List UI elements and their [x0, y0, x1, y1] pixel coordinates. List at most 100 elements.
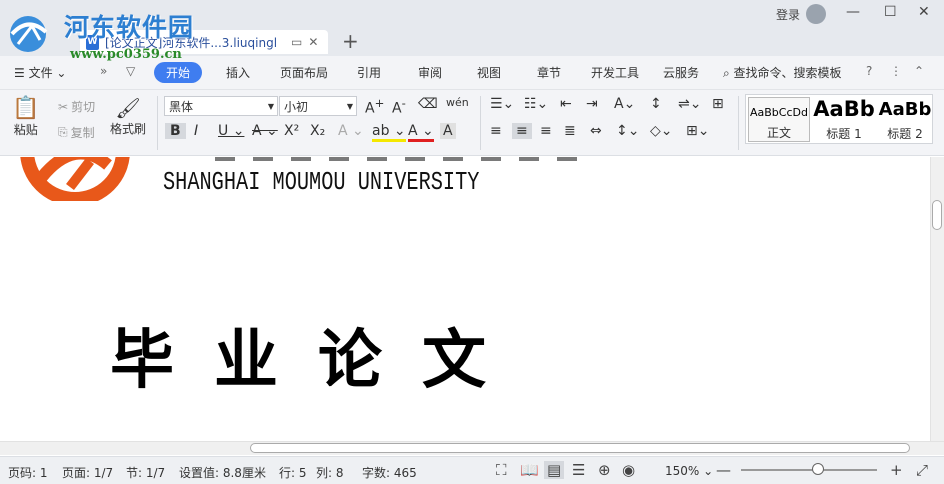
highlight-button[interactable]: ab ⌄: [372, 123, 406, 142]
horizontal-scroll-thumb[interactable]: [250, 443, 910, 453]
status-pages[interactable]: 页面: 1/7: [62, 464, 113, 481]
cut-button[interactable]: ✂ 剪切: [58, 98, 95, 115]
fullscreen-icon[interactable]: ⛶: [496, 461, 507, 479]
tab-chapter[interactable]: 章节: [537, 64, 561, 81]
zoom-value: 150%: [665, 464, 700, 478]
more-options-icon[interactable]: ⋮: [890, 64, 902, 78]
underline-button[interactable]: U ⌄: [218, 123, 244, 139]
align-left-icon[interactable]: ≡: [490, 123, 502, 139]
page-view-icon[interactable]: ▤: [544, 461, 565, 479]
superscript-button[interactable]: X²: [284, 123, 299, 139]
status-word-count[interactable]: 字数: 465: [362, 464, 417, 481]
justify-icon[interactable]: ≣: [564, 123, 576, 139]
font-size-select[interactable]: 小初 ▼: [279, 96, 357, 116]
char-shading-button[interactable]: A: [440, 123, 456, 139]
tab-view[interactable]: 视图: [477, 64, 501, 81]
login-label: 登录: [776, 7, 801, 22]
status-section[interactable]: 节: 1/7: [126, 464, 165, 481]
tab-pin-icon[interactable]: ▭: [291, 35, 302, 49]
strikethrough-button[interactable]: A ⌄: [252, 123, 278, 139]
menu-file-label: 文件: [28, 66, 53, 80]
zoom-in-icon[interactable]: +: [890, 461, 903, 479]
maximize-icon[interactable]: ☐: [884, 4, 897, 20]
shading-icon[interactable]: ◇⌄: [650, 123, 673, 139]
tab-page-layout[interactable]: 页面布局: [280, 64, 328, 81]
status-position[interactable]: 设置值: 8.8厘米: [179, 464, 266, 481]
numbering-icon[interactable]: ☷⌄: [524, 96, 548, 112]
zoom-slider-track[interactable]: [741, 469, 877, 471]
style-normal[interactable]: AaBbCcDd 正文: [748, 97, 810, 142]
font-color-button[interactable]: A ⌄: [408, 123, 434, 142]
decrease-indent-icon[interactable]: ⇤: [560, 96, 572, 112]
copy-button[interactable]: ⎘ 复制: [58, 124, 95, 141]
align-right-icon[interactable]: ≡: [540, 123, 552, 139]
paste-button[interactable]: 📋 粘贴: [12, 96, 39, 138]
status-page-code[interactable]: 页码: 1: [8, 464, 48, 481]
tab-review[interactable]: 审阅: [418, 64, 442, 81]
align-center-icon[interactable]: ≡: [512, 123, 532, 139]
bold-button[interactable]: B: [165, 123, 186, 139]
style-heading-1-sample: AaBb: [813, 97, 875, 121]
bullets-icon[interactable]: ☰⌄: [490, 96, 514, 112]
font-name-value: 黑体: [169, 99, 194, 114]
divider: [738, 96, 739, 150]
grow-font-icon[interactable]: A+: [365, 96, 384, 117]
watermark-logo-icon: [10, 16, 48, 52]
style-heading-1-label: 标题 1: [826, 127, 862, 141]
watermark-url: www.pc0359.cn: [70, 47, 182, 62]
more-icon[interactable]: »: [100, 64, 107, 78]
zoom-slider-handle[interactable]: [812, 463, 824, 475]
command-search[interactable]: ⌕ 查找命令、搜索模板: [723, 64, 842, 81]
new-tab-button[interactable]: +: [342, 29, 359, 53]
style-heading-2-label: 标题 2: [887, 127, 923, 141]
tab-cloud[interactable]: 云服务: [663, 64, 699, 81]
vertical-scroll-thumb[interactable]: [932, 200, 942, 230]
style-normal-label: 正文: [766, 126, 791, 140]
university-emblem-icon: [20, 157, 130, 201]
web-view-icon[interactable]: ⊕: [598, 461, 611, 479]
increase-indent-icon[interactable]: ⇥: [586, 96, 598, 112]
clear-format-icon[interactable]: ⌫: [418, 96, 438, 112]
pinyin-icon[interactable]: wén: [446, 96, 469, 109]
login-area[interactable]: 登录: [776, 4, 827, 24]
paintbrush-icon: 🖌: [115, 96, 141, 120]
tab-insert[interactable]: 插入: [226, 64, 250, 81]
scissors-icon: ✂: [58, 99, 69, 114]
fit-page-icon[interactable]: ⤢: [916, 461, 928, 479]
italic-button[interactable]: I: [194, 123, 198, 139]
style-heading-2[interactable]: AaBb 标题 2: [878, 97, 932, 142]
close-icon[interactable]: ✕: [918, 4, 930, 20]
document-page[interactable]: SHANGHAI MOUMOU UNIVERSITY 毕业论文: [0, 157, 930, 441]
help-icon[interactable]: ?: [866, 64, 872, 78]
eye-protection-icon[interactable]: ◉: [622, 461, 635, 479]
collapse-ribbon-icon[interactable]: ⌃: [914, 64, 924, 78]
tab-close-icon[interactable]: ✕: [308, 35, 318, 49]
zoom-out-icon[interactable]: —: [716, 461, 731, 479]
format-painter-button[interactable]: 🖌 格式刷: [110, 96, 146, 137]
zoom-level[interactable]: 150% ⌄: [665, 464, 713, 478]
style-heading-1[interactable]: AaBb 标题 1: [812, 97, 876, 142]
quick-access-dropdown-icon[interactable]: ▽: [126, 64, 135, 78]
table-insert-icon[interactable]: ⊞: [712, 96, 724, 112]
outline-view-icon[interactable]: ☰: [572, 461, 585, 479]
read-mode-icon[interactable]: 📖: [520, 461, 539, 479]
minimize-icon[interactable]: —: [846, 4, 860, 20]
status-col[interactable]: 列: 8: [316, 464, 344, 481]
borders-icon[interactable]: ⊞⌄: [686, 123, 709, 139]
tab-home[interactable]: 开始: [154, 62, 203, 83]
line-spacing-icon[interactable]: ⇌⌄: [678, 96, 701, 112]
shrink-font-icon[interactable]: A-: [392, 96, 406, 117]
divider: [157, 96, 158, 150]
sort-icon[interactable]: ↕: [650, 96, 662, 112]
change-case-icon[interactable]: A⌄: [614, 96, 635, 112]
status-row[interactable]: 行: 5: [279, 464, 307, 481]
distribute-icon[interactable]: ⇔: [590, 123, 602, 139]
text-effect-button[interactable]: A ⌄: [338, 123, 364, 139]
menu-file[interactable]: ☰ 文件 ⌄: [14, 64, 66, 81]
font-name-select[interactable]: 黑体 ▼: [164, 96, 278, 116]
tab-references[interactable]: 引用: [357, 64, 381, 81]
paragraph-spacing-icon[interactable]: ↕⌄: [616, 123, 639, 139]
university-cn-name-cropped: [215, 157, 585, 161]
tab-developer[interactable]: 开发工具: [591, 64, 639, 81]
subscript-button[interactable]: X₂: [310, 123, 325, 139]
